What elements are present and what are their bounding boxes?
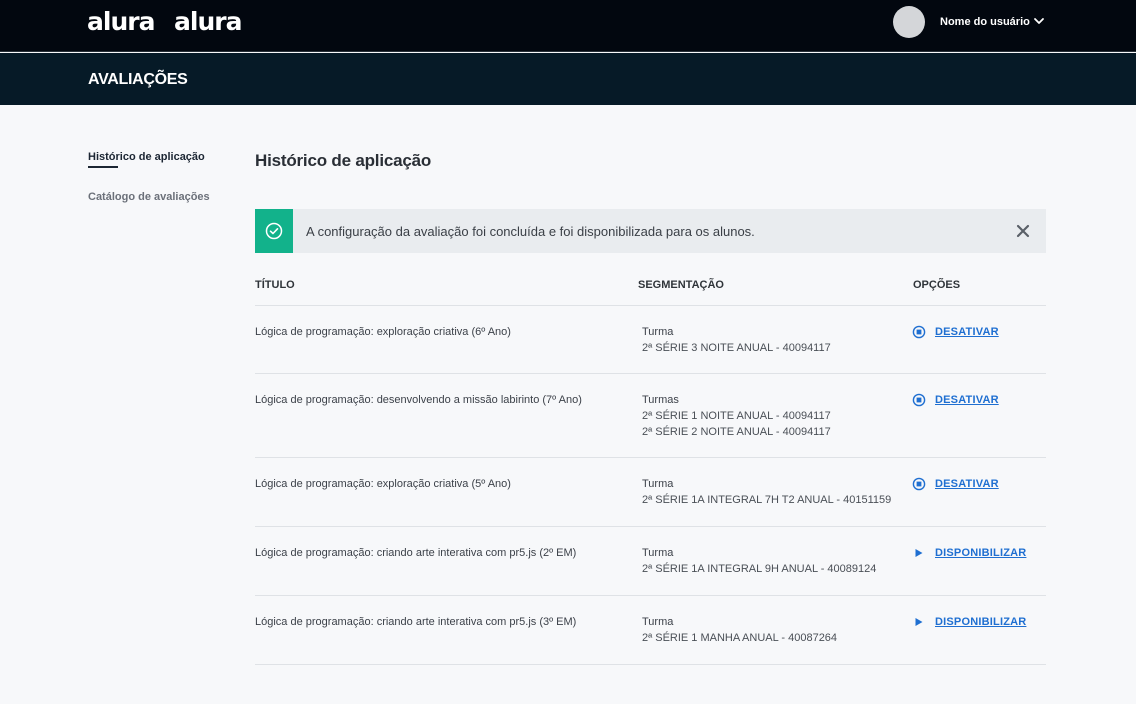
publish-label[interactable]: DISPONIBILIZAR [935, 615, 1026, 629]
alert-icon-box [255, 209, 293, 253]
sidebar-item-historico[interactable]: Histórico de aplicação [88, 150, 205, 168]
play-icon [915, 618, 923, 626]
success-alert: A configuração da avaliação foi concluíd… [255, 209, 1046, 253]
username-label[interactable]: Nome do usuário [940, 15, 1030, 29]
segment-value: 2ª SÉRIE 1A INTEGRAL 9H ANUAL - 40089124 [642, 563, 877, 575]
segment-value: 2ª SÉRIE 1A INTEGRAL 7H T2 ANUAL - 40151… [642, 494, 892, 506]
assessment-title: Lógica de programação: desenvolvendo a m… [255, 394, 582, 406]
publish-button[interactable]: DISPONIBILIZAR [912, 546, 1026, 560]
assessment-title: Lógica de programação: exploração criati… [255, 478, 511, 490]
alura-logo[interactable]: alura [87, 6, 155, 38]
stop-circle-icon [912, 325, 926, 339]
table-header: TÍTULO SEGMENTAÇÃO OPÇÕES [255, 272, 1046, 306]
assessment-title: Lógica de programação: criando arte inte… [255, 547, 577, 559]
play-icon [915, 549, 923, 557]
chevron-down-icon[interactable] [1033, 15, 1045, 27]
assessment-title: Lógica de programação: criando arte inte… [255, 616, 577, 628]
close-icon[interactable] [1016, 224, 1030, 238]
alura-logo-secondary[interactable]: alura [174, 6, 242, 38]
assessment-title: Lógica de programação: exploração criati… [255, 326, 511, 338]
avatar[interactable] [893, 6, 925, 38]
deactivate-button[interactable]: DESATIVAR [912, 325, 999, 339]
sidebar-item-catalogo[interactable]: Catálogo de avaliações [88, 190, 210, 204]
segment-label: Turma [642, 616, 674, 628]
column-header-segmentation: SEGMENTAÇÃO [638, 279, 724, 291]
segment-value: 2ª SÉRIE 3 NOITE ANUAL - 40094117 [642, 342, 831, 354]
column-header-title: TÍTULO [255, 279, 295, 291]
segment-value: 2ª SÉRIE 1 NOITE ANUAL - 40094117 [642, 410, 831, 422]
deactivate-button[interactable]: DESATIVAR [912, 393, 999, 407]
table-row: Lógica de programação: exploração criati… [255, 458, 1046, 527]
application-history-table: TÍTULO SEGMENTAÇÃO OPÇÕES Lógica de prog… [255, 272, 1046, 665]
publish-label[interactable]: DISPONIBILIZAR [935, 546, 1026, 560]
check-circle-icon [265, 222, 283, 240]
segment-label: Turma [642, 478, 674, 490]
page-header: AVALIAÇÕES [0, 53, 1136, 105]
deactivate-label[interactable]: DESATIVAR [935, 325, 999, 339]
deactivate-button[interactable]: DESATIVAR [912, 477, 999, 491]
deactivate-label[interactable]: DESATIVAR [935, 477, 999, 491]
segment-label: Turmas [642, 394, 679, 406]
segment-label: Turma [642, 547, 674, 559]
section-title: Histórico de aplicação [255, 151, 432, 170]
segment-value: 2ª SÉRIE 1 MANHA ANUAL - 40087264 [642, 632, 838, 644]
top-navigation-bar: alura alura Nome do usuário [0, 0, 1136, 52]
table-row: Lógica de programação: desenvolvendo a m… [255, 374, 1046, 458]
segment-label: Turma [642, 326, 674, 338]
page-title: AVALIAÇÕES [88, 71, 188, 88]
stop-circle-icon [912, 477, 926, 491]
table-row: Lógica de programação: exploração criati… [255, 306, 1046, 374]
deactivate-label[interactable]: DESATIVAR [935, 393, 999, 407]
segment-value: 2ª SÉRIE 2 NOITE ANUAL - 40094117 [642, 426, 831, 438]
table-row: Lógica de programação: criando arte inte… [255, 596, 1046, 665]
stop-circle-icon [912, 393, 926, 407]
table-row: Lógica de programação: criando arte inte… [255, 527, 1046, 596]
alert-message: A configuração da avaliação foi concluíd… [306, 224, 755, 239]
column-header-options: OPÇÕES [913, 279, 961, 291]
publish-button[interactable]: DISPONIBILIZAR [912, 615, 1026, 629]
